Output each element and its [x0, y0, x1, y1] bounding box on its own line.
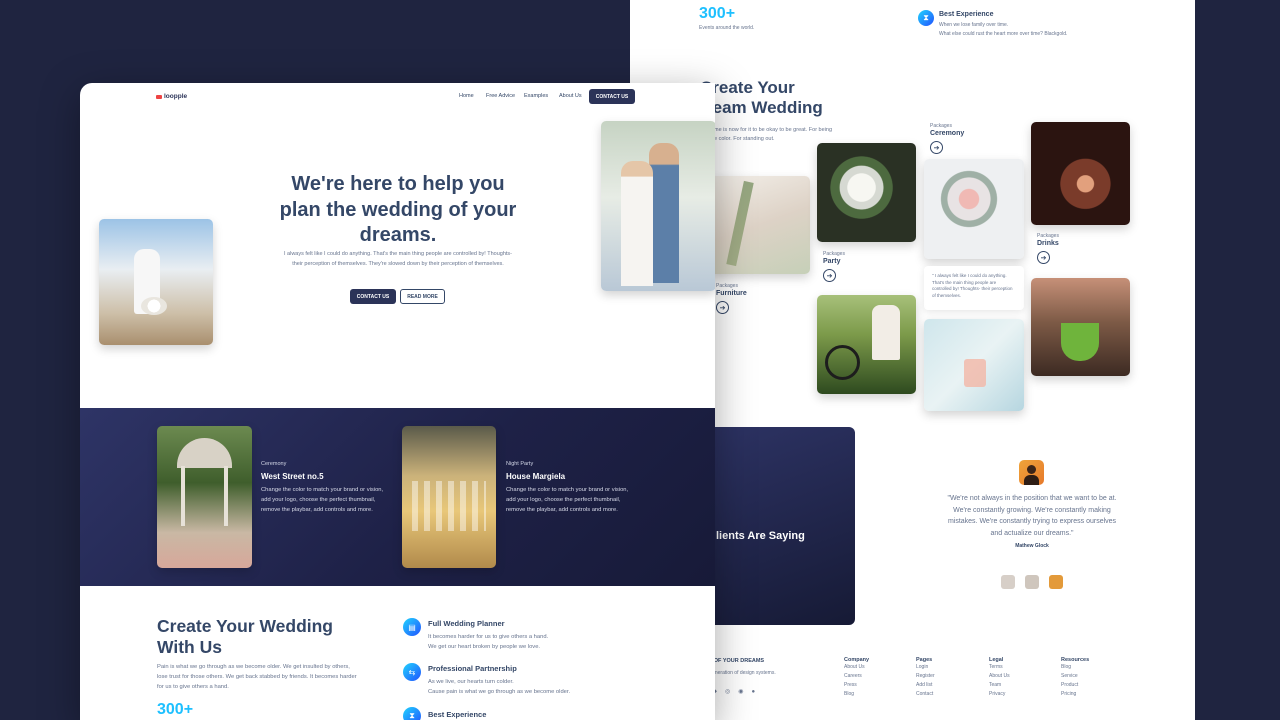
footer-link[interactable]: About Us: [844, 663, 869, 672]
create-text: Pain is what we go through as we become …: [157, 664, 357, 690]
feature-line: Cause pain is what we go through as we b…: [428, 689, 571, 695]
footer-col-company: Company About Us Careers Press Blog: [844, 657, 869, 699]
hero-image-left: [99, 219, 213, 345]
avatar-thumb[interactable]: [1025, 575, 1039, 589]
brand-logo[interactable]: loopple: [156, 93, 187, 100]
package-label: Packages: [716, 283, 738, 289]
package-label: Packages: [1037, 233, 1059, 239]
perfume-image: [924, 319, 1024, 411]
feature-line: As we live, our hearts turn colder.: [428, 679, 514, 685]
event-image-ceremony: [157, 426, 252, 568]
footer-link[interactable]: Contact: [916, 690, 935, 699]
testimonial-author: Mathew Glock: [1015, 543, 1049, 549]
brand-name: loopple: [164, 93, 188, 100]
footer-link[interactable]: Add list: [916, 681, 935, 690]
package-label: Packages: [823, 251, 845, 257]
hero-image-right: [601, 121, 715, 291]
event-title: West Street no.5: [261, 472, 324, 481]
hero-title: We're here to help you plan the wedding …: [279, 173, 517, 246]
footer-link[interactable]: Product: [1061, 681, 1089, 690]
quote-card: " I always felt like I could do anything…: [924, 266, 1024, 310]
author-avatar: [1019, 460, 1044, 485]
footer-link[interactable]: Team: [989, 681, 1010, 690]
cocktail-image: [1031, 278, 1130, 376]
section-intro: me is now for it to be okay to be great.…: [714, 127, 833, 142]
package-title: Drinks: [1037, 240, 1059, 247]
nav-examples[interactable]: Examples: [524, 93, 548, 99]
footer-link[interactable]: Careers: [844, 672, 869, 681]
events-section: Ceremony West Street no.5 Change the col…: [80, 408, 715, 586]
event-text: Change the color to match your brand or …: [506, 487, 629, 513]
hourglass-icon: ⧗: [403, 707, 421, 720]
feature-line: What else could rust the heart more over…: [939, 31, 1068, 37]
stat-caption: Events around the world.: [699, 25, 755, 31]
footer-col-pages: Pages Login Register Add list Contact: [916, 657, 935, 699]
nav-free-advice[interactable]: Free Advice: [486, 93, 515, 99]
feature-line: It becomes harder for us to give others …: [428, 634, 549, 640]
footer-link[interactable]: Register: [916, 672, 935, 681]
feature-title: Full Wedding Planner: [428, 619, 505, 628]
package-label: Packages: [930, 123, 952, 129]
event-title: House Margiela: [506, 472, 566, 481]
hero-text: I always felt like I could do anything. …: [283, 251, 512, 267]
contact-us-button[interactable]: CONTACT US: [350, 289, 396, 304]
clients-heading: lients Are Saying: [716, 530, 805, 542]
handshake-icon: ⇆: [403, 663, 421, 681]
stat-number: 300+: [699, 5, 736, 22]
footer-link[interactable]: Service: [1061, 672, 1089, 681]
feature-title: Best Experience: [428, 710, 487, 719]
social-icons[interactable]: ♦◎◉●: [714, 688, 763, 695]
package-title: Furniture: [716, 290, 747, 297]
package-title: Ceremony: [930, 130, 965, 137]
read-more-button[interactable]: READ MORE: [400, 289, 445, 304]
footer-col-legal: Legal Terms About Us Team Privacy: [989, 657, 1010, 699]
furniture-image: [710, 176, 810, 274]
party-image: [817, 143, 916, 242]
nav-contact-button[interactable]: CONTACT US: [589, 89, 635, 104]
feature-line: When we lose family over time.: [939, 22, 1009, 28]
footer-link[interactable]: About Us: [989, 672, 1010, 681]
section-heading: ream Wedding: [706, 98, 823, 117]
footer-link[interactable]: Press: [844, 681, 869, 690]
footer-link[interactable]: Pricing: [1061, 690, 1089, 699]
footer-link[interactable]: Terms: [989, 663, 1010, 672]
ceremony-arrow-button[interactable]: ➔: [930, 141, 943, 154]
feature-title: Professional Partnership: [428, 664, 517, 673]
calendar-icon: ▤: [403, 618, 421, 636]
furniture-arrow-button[interactable]: ➔: [716, 301, 729, 314]
feature-title: Best Experience: [939, 11, 994, 18]
create-title: Create Your Wedding With Us: [157, 616, 333, 657]
nav-home[interactable]: Home: [459, 93, 474, 99]
footer-col-resources: Resources Blog Service Product Pricing: [1061, 657, 1089, 699]
hourglass-icon: ⧗: [918, 10, 934, 26]
event-label: Night Party: [506, 461, 534, 467]
feature-line: We get our heart broken by people we lov…: [428, 644, 541, 650]
event-text: Change the color to match your brand or …: [261, 487, 384, 513]
logo-icon: [156, 94, 162, 99]
event-label: Ceremony: [261, 461, 287, 467]
front-page-preview: loopple Home Free Advice Examples About …: [80, 83, 715, 720]
footer-link[interactable]: Blog: [1061, 663, 1089, 672]
nav-about-us[interactable]: About Us: [559, 93, 582, 99]
party-arrow-button[interactable]: ➔: [823, 269, 836, 282]
stat-number: 300+: [157, 701, 194, 718]
ceremony-image: [924, 159, 1024, 259]
drinks-arrow-button[interactable]: ➔: [1037, 251, 1050, 264]
footer-link[interactable]: Privacy: [989, 690, 1010, 699]
drinks-image: [1031, 122, 1130, 225]
avatar-thumb[interactable]: [1049, 575, 1063, 589]
bicycle-image: [817, 295, 916, 394]
event-image-night-party: [402, 426, 496, 568]
footer-link[interactable]: Login: [916, 663, 935, 672]
package-title: Party: [823, 258, 841, 265]
testimonial-text: "We're not always in the position that w…: [947, 495, 1117, 537]
footer-link[interactable]: Blog: [844, 690, 869, 699]
avatar-thumb[interactable]: [1001, 575, 1015, 589]
